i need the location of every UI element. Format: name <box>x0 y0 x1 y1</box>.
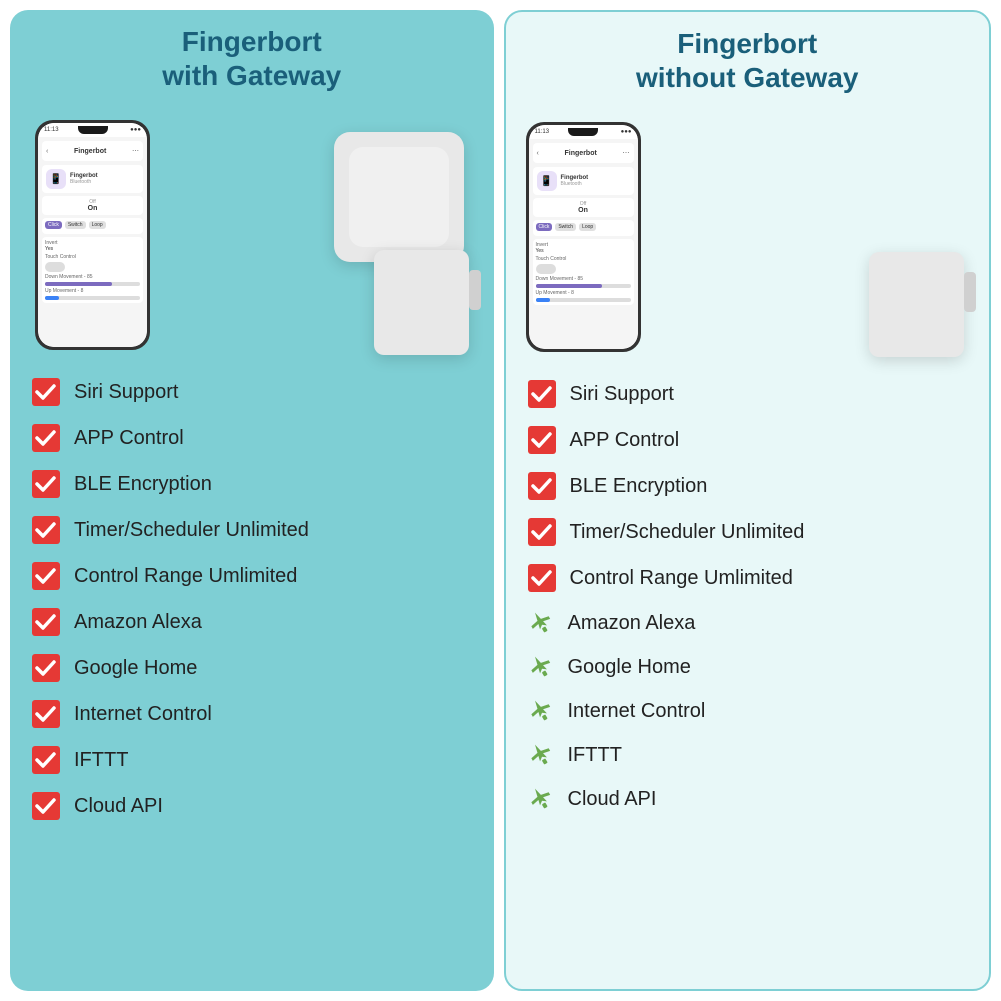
right-phone-app-header: ‹ Fingerbot ⋯ <box>533 143 634 163</box>
plane-icon-internet-right <box>526 696 556 726</box>
feature-alexa-left: Amazon Alexa <box>30 600 474 644</box>
feature-label-siri-right: Siri Support <box>570 383 675 406</box>
feature-ifttt-right: IFTTT <box>526 734 970 776</box>
check-icon-timer-right <box>526 516 558 548</box>
feature-label-ifttt-right: IFTTT <box>568 744 622 767</box>
feature-app-right: APP Control <box>526 418 970 462</box>
feature-ble-right: BLE Encryption <box>526 464 970 508</box>
feature-ble-left: BLE Encryption <box>30 462 474 506</box>
feature-label-siri-left: Siri Support <box>74 381 179 404</box>
feature-label-timer-right: Timer/Scheduler Unlimited <box>570 521 805 544</box>
feature-alexa-right: Amazon Alexa <box>526 602 970 644</box>
phone-screen: 11:13 ●●● ‹ Fingerbot ⋯ 📱 <box>38 123 147 347</box>
feature-label-google-right: Google Home <box>568 656 691 679</box>
left-device-illustration: 11:13 ●●● ‹ Fingerbot ⋯ 📱 <box>20 102 484 360</box>
check-icon-siri-left <box>30 376 62 408</box>
check-icon-ifttt-left <box>30 744 62 776</box>
feature-label-app-right: APP Control <box>570 429 680 452</box>
left-features-list: Siri Support APP Control <box>10 370 494 971</box>
phone-app-content: ‹ Fingerbot ⋯ 📱 Fingerbot Bluetooth <box>38 137 147 347</box>
feature-siri-left: Siri Support <box>30 370 474 414</box>
feature-label-internet-right: Internet Control <box>568 700 706 723</box>
feature-label-ble-left: BLE Encryption <box>74 473 212 496</box>
feature-cloud-left: Cloud API <box>30 784 474 828</box>
comparison-columns: Fingerbort with Gateway 11:13 ●●● <box>10 10 991 991</box>
feature-timer-left: Timer/Scheduler Unlimited <box>30 508 474 552</box>
feature-siri-right: Siri Support <box>526 372 970 416</box>
plane-icon-google-right <box>526 652 556 682</box>
right-phone-screen: 11:13 ●●● ‹ Fingerbot ⋯ 📱 <box>529 125 638 349</box>
right-fingerbot-arm <box>964 272 976 312</box>
plane-icon-cloud-right <box>526 784 556 814</box>
feature-cloud-right: Cloud API <box>526 778 970 820</box>
right-features-list: Siri Support APP Control <box>506 372 990 969</box>
feature-range-left: Control Range Umlimited <box>30 554 474 598</box>
check-icon-internet-left <box>30 698 62 730</box>
gateway-device <box>334 132 464 262</box>
phone-app-header: ‹ Fingerbot ⋯ <box>42 141 143 161</box>
check-icon-app-right <box>526 424 558 456</box>
feature-google-left: Google Home <box>30 646 474 690</box>
feature-label-cloud-left: Cloud API <box>74 795 163 818</box>
plane-icon-ifttt-right <box>526 740 556 770</box>
right-device-illustration: 11:13 ●●● ‹ Fingerbot ⋯ 📱 <box>516 104 980 362</box>
right-fingerbot-device <box>869 252 964 357</box>
feature-timer-right: Timer/Scheduler Unlimited <box>526 510 970 554</box>
comparison-container: Fingerbort with Gateway 11:13 ●●● <box>0 0 1001 1001</box>
feature-app-left: APP Control <box>30 416 474 460</box>
check-icon-range-left <box>30 560 62 592</box>
check-icon-range-right <box>526 562 558 594</box>
without-gateway-column: Fingerbort without Gateway 11:13 ●●● <box>504 10 992 991</box>
left-header: Fingerbort with Gateway 11:13 ●●● <box>10 10 494 370</box>
feature-label-app-left: APP Control <box>74 427 184 450</box>
feature-internet-left: Internet Control <box>30 692 474 736</box>
left-phone-mockup: 11:13 ●●● ‹ Fingerbot ⋯ 📱 <box>35 120 150 350</box>
feature-label-cloud-right: Cloud API <box>568 788 657 811</box>
right-header: Fingerbort without Gateway 11:13 ●●● <box>506 12 990 372</box>
feature-google-right: Google Home <box>526 646 970 688</box>
left-title: Fingerbort with Gateway <box>162 25 341 92</box>
fingerbot-device <box>374 250 469 355</box>
phone-notch <box>78 126 108 134</box>
check-icon-ble-left <box>30 468 62 500</box>
feature-label-ble-right: BLE Encryption <box>570 475 708 498</box>
feature-label-alexa-right: Amazon Alexa <box>568 612 696 635</box>
feature-label-google-left: Google Home <box>74 657 197 680</box>
plane-icon-alexa-right <box>526 608 556 638</box>
check-icon-ble-right <box>526 470 558 502</box>
feature-label-alexa-left: Amazon Alexa <box>74 611 202 634</box>
fingerbot-arm <box>469 270 481 310</box>
feature-label-timer-left: Timer/Scheduler Unlimited <box>74 519 309 542</box>
feature-label-range-left: Control Range Umlimited <box>74 565 297 588</box>
feature-range-right: Control Range Umlimited <box>526 556 970 600</box>
feature-internet-right: Internet Control <box>526 690 970 732</box>
right-title: Fingerbort without Gateway <box>636 27 858 94</box>
feature-label-range-right: Control Range Umlimited <box>570 567 793 590</box>
right-phone-mockup: 11:13 ●●● ‹ Fingerbot ⋯ 📱 <box>526 122 641 352</box>
feature-label-internet-left: Internet Control <box>74 703 212 726</box>
check-icon-timer-left <box>30 514 62 546</box>
right-phone-app-content: ‹ Fingerbot ⋯ 📱 Fingerbot Bluetooth <box>529 139 638 349</box>
feature-ifttt-left: IFTTT <box>30 738 474 782</box>
with-gateway-column: Fingerbort with Gateway 11:13 ●●● <box>10 10 494 991</box>
right-phone-notch <box>568 128 598 136</box>
gateway-inner <box>349 147 449 247</box>
feature-label-ifttt-left: IFTTT <box>74 749 128 772</box>
check-icon-siri-right <box>526 378 558 410</box>
check-icon-app-left <box>30 422 62 454</box>
check-icon-google-left <box>30 652 62 684</box>
check-icon-cloud-left <box>30 790 62 822</box>
check-icon-alexa-left <box>30 606 62 638</box>
